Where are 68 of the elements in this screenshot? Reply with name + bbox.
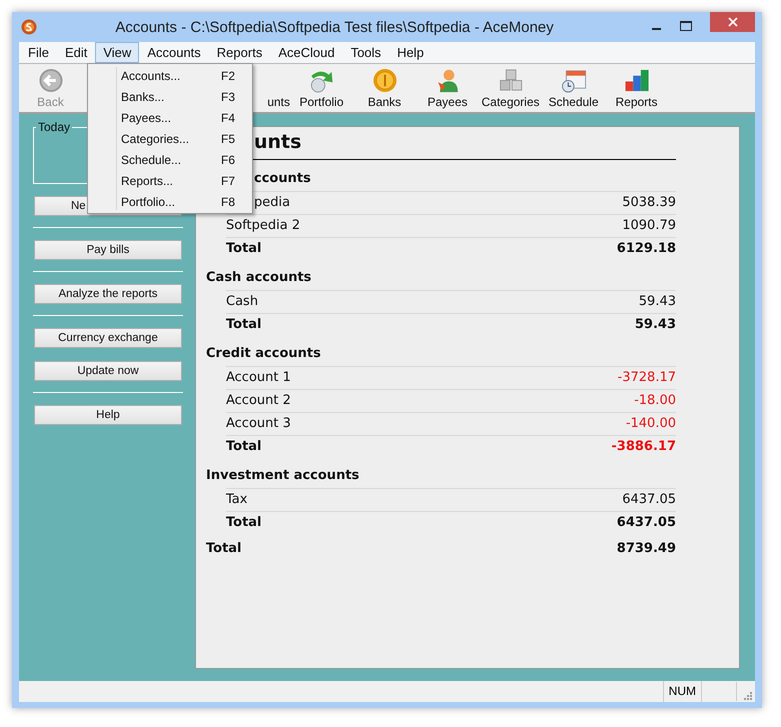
total-value: 6129.18 [616,241,676,256]
close-icon [728,17,738,27]
menu-item[interactable]: AceCloud [270,42,343,63]
close-button[interactable] [710,12,755,32]
section-title: Investment accounts [206,468,360,483]
resize-grip-icon[interactable] [742,690,752,700]
menu-item[interactable]: Edit [56,42,96,63]
account-balance: 6437.05 [622,492,676,507]
menu-entry[interactable]: Banks... F3 [88,86,252,107]
toolbar-button[interactable]: Portfolio [290,68,353,112]
toolbar-button[interactable]: Payees [416,68,479,112]
menu-entry[interactable]: Schedule... F6 [88,149,252,170]
total-label: Total [226,241,262,256]
sidebar-button[interactable]: Analyze the reports [34,284,182,304]
calendar-clock-icon [560,68,588,93]
menu-item[interactable]: Reports [208,42,270,63]
total-label: Total [226,317,262,332]
sidebar-button[interactable]: Help [34,405,182,425]
account-balance: -140.00 [626,416,676,431]
bar-chart-icon [622,68,650,93]
report-heading: unts [254,131,302,153]
coin-icon [372,68,398,93]
toolbar-button[interactable]: Schedule [542,68,605,112]
sidebar-button[interactable]: Pay bills [34,240,182,260]
section-title: Credit accounts [206,346,321,361]
account-name: Tax [226,492,248,507]
total-value: -3886.17 [611,439,676,454]
account-balance: -18.00 [634,393,676,408]
window-title: Accounts - C:\Softpedia\Softpedia Test files\Softpedia - AceMoney [114,18,555,36]
toolbar-button[interactable]: Categories [479,68,542,112]
menu-entry[interactable]: Reports... F7 [88,170,252,191]
account-name: Cash [226,294,258,309]
account-name: Softpedia 2 [226,218,300,233]
menu-item[interactable]: File [20,42,57,63]
grand-total-label: Total [206,541,242,556]
menu-entry[interactable]: Categories... F5 [88,128,252,149]
menu-item[interactable]: Accounts [139,42,209,63]
grand-total-value: 8739.49 [616,541,676,556]
menu-entry[interactable]: Accounts... F2 [88,65,252,86]
today-label: Today [37,120,72,134]
sidebar-button[interactable]: Update now [34,361,182,381]
account-name: Account 3 [226,416,291,431]
maximize-icon[interactable] [680,21,692,31]
account-balance: -3728.17 [618,370,676,385]
app-logo-icon [21,19,37,35]
menu-entry[interactable]: Portfolio... F8 [88,191,252,212]
section-title: Cash accounts [206,270,312,285]
section-title: ccounts [254,170,311,188]
back-arrow-icon [38,68,64,93]
account-balance: 5038.39 [622,195,676,210]
menu-item[interactable]: View [95,42,140,63]
num-lock-indicator: NUM [662,681,702,702]
menu-item[interactable]: Help [389,42,432,63]
total-label: Total [226,515,262,530]
total-value: 6437.05 [616,515,676,530]
cubes-icon [498,68,524,93]
total-value: 59.43 [634,317,676,332]
total-label: Total [226,439,262,454]
account-name: pedia [254,195,290,210]
account-balance: 59.43 [638,294,676,309]
sidebar-button[interactable]: Currency exchange [34,328,182,348]
account-name: Account 1 [226,370,291,385]
menu-item[interactable]: Tools [342,42,390,63]
account-balance: 1090.79 [622,218,676,233]
toolbar-button[interactable]: Banks [353,68,416,112]
menu-entry[interactable]: Payees... F4 [88,107,252,128]
account-name: Account 2 [226,393,291,408]
toolbar-button[interactable]: Reports [605,68,668,112]
